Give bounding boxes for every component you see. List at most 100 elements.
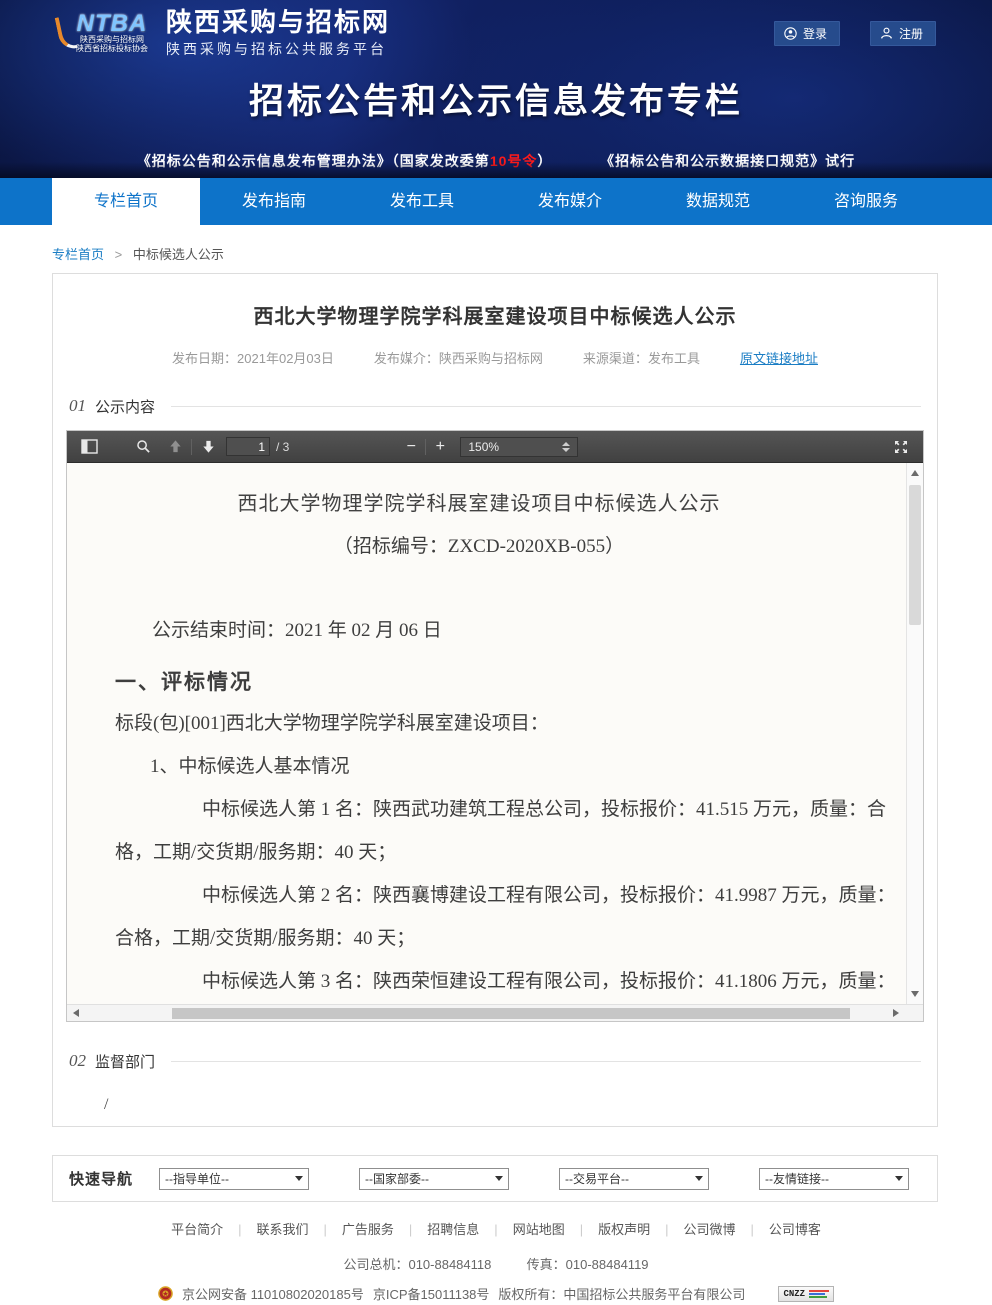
dropdown-guiding-units[interactable]: --指导单位-- <box>159 1168 309 1190</box>
vertical-scrollbar[interactable] <box>906 463 923 1004</box>
page-total: / 3 <box>276 440 289 454</box>
breadcrumb-home-link[interactable]: 专栏首页 <box>52 247 104 262</box>
fullscreen-expand-icon <box>893 439 909 455</box>
register-person-icon <box>880 27 893 40</box>
scroll-right-arrow-icon[interactable] <box>893 1009 899 1017</box>
section-header-supervisor: 02 监督部门 <box>69 1050 921 1072</box>
supervisor-content: / <box>104 1096 924 1114</box>
register-button[interactable]: 注册 <box>870 21 936 46</box>
footer-link-copyright-notice[interactable]: 版权声明 <box>598 1222 683 1237</box>
breadcrumb-current: 中标候选人公示 <box>133 247 224 262</box>
logo-line2: 陕西省招标投标协会 <box>76 44 148 53</box>
chevron-down-icon <box>695 1176 703 1181</box>
pdf-viewer: / 3 − + 150% <box>66 430 924 1022</box>
copyright-text: 版权所有：中国招标公共服务平台有限公司 <box>498 1284 745 1303</box>
dropdown-value: --友情链接-- <box>765 1170 829 1187</box>
section2-number: 02 <box>69 1051 86 1071</box>
chevron-down-icon <box>895 1176 903 1181</box>
doc-title: 西北大学物理学院学科展室建设项目中标候选人公示 <box>115 487 843 516</box>
page-number-input[interactable] <box>226 437 270 456</box>
sidebar-toggle-button[interactable] <box>77 435 101 459</box>
arrow-up-icon <box>168 439 183 454</box>
footer-link-weibo[interactable]: 公司微博 <box>684 1222 769 1237</box>
icp-beian: 京ICP备15011138号 <box>373 1284 490 1303</box>
zoom-out-button[interactable]: − <box>401 438 421 456</box>
zoom-level-value: 150% <box>468 440 499 454</box>
doc-line: 合格，工期/交货期/服务期：40 天； <box>115 917 843 960</box>
fullscreen-button[interactable] <box>889 435 913 459</box>
doc-line: 中标候选人第 1 名：陕西武功建筑工程总公司，投标报价：41.515 万元，质量… <box>115 788 843 831</box>
footer-link-blog[interactable]: 公司博客 <box>769 1222 821 1237</box>
hero-banner: NTBA 陕西采购与招标网 陕西省招标投标协会 陕西采购与招标网 陕西采购与招标… <box>0 0 992 178</box>
next-page-button[interactable] <box>196 435 220 459</box>
footer-link-contact[interactable]: 联系我们 <box>256 1222 341 1237</box>
previous-page-button[interactable] <box>163 435 187 459</box>
doc-line: 中标候选人第 3 名：陕西荣恒建设工程有限公司，投标报价：41.1806 万元，… <box>115 960 843 1003</box>
section1-title: 公示内容 <box>95 396 155 417</box>
scroll-up-arrow-icon[interactable] <box>911 470 919 476</box>
scroll-down-arrow-icon[interactable] <box>911 991 919 997</box>
publish-media: 发布媒介：陕西采购与招标网 <box>374 348 543 367</box>
tab-publish-tools[interactable]: 发布工具 <box>348 178 496 225</box>
article-title: 西北大学物理学院学科展室建设项目中标候选人公示 <box>66 300 924 329</box>
register-label: 注册 <box>899 25 923 42</box>
breadcrumb-separator: > <box>115 247 123 262</box>
login-button[interactable]: 登录 <box>774 21 840 46</box>
chevron-down-icon <box>295 1176 303 1181</box>
login-person-circle-icon <box>784 27 797 40</box>
search-button[interactable] <box>131 435 155 459</box>
site-brand: 陕西采购与招标网 陕西采购与招标公共服务平台 <box>166 7 390 59</box>
tab-publish-media[interactable]: 发布媒介 <box>496 178 644 225</box>
login-label: 登录 <box>803 25 827 42</box>
publish-date: 发布日期：2021年02月03日 <box>172 348 334 367</box>
banner-title: 招标公告和公示信息发布专栏 <box>0 73 992 124</box>
logo-acronym: NTBA <box>77 13 148 35</box>
tab-consult-service[interactable]: 咨询服务 <box>792 178 940 225</box>
doc-line: 1、中标候选人基本情况 <box>115 745 843 788</box>
zoom-level-select[interactable]: 150% <box>460 437 578 457</box>
footer-link-ads[interactable]: 广告服务 <box>342 1222 427 1237</box>
gongan-beian: 京公网安备 11010802020185号 <box>182 1284 364 1303</box>
doc-heading: 一、评标情况 <box>115 662 843 702</box>
dropdown-trading-platforms[interactable]: --交易平台-- <box>559 1168 709 1190</box>
footer-legal-line: 京公网安备 11010802020185号 京ICP备15011138号 版权所… <box>0 1284 992 1303</box>
phone-number: 010-88484118 <box>408 1257 491 1272</box>
article-card: 西北大学物理学院学科展室建设项目中标候选人公示 发布日期：2021年02月03日… <box>52 273 938 1127</box>
horizontal-scroll-thumb[interactable] <box>172 1008 850 1019</box>
cnzz-stats-badge[interactable]: CNZZ <box>778 1286 834 1302</box>
notice-standard: 《招标公告和公示数据接口规范》试行 <box>600 153 855 169</box>
doc-tender-number: （招标编号：ZXCD-2020XB-055） <box>115 531 843 558</box>
zoom-in-button[interactable]: + <box>430 438 450 456</box>
dropdown-value: --国家部委-- <box>365 1170 429 1187</box>
footer-link-jobs[interactable]: 招聘信息 <box>427 1222 512 1237</box>
pdf-document: 西北大学物理学院学科展室建设项目中标候选人公示 （招标编号：ZXCD-2020X… <box>67 463 923 1004</box>
tab-column-home[interactable]: 专栏首页 <box>52 178 200 225</box>
section2-divider <box>171 1061 921 1062</box>
section1-number: 01 <box>69 396 86 416</box>
arrow-down-icon <box>201 439 216 454</box>
tab-data-standard[interactable]: 数据规范 <box>644 178 792 225</box>
tab-publish-guide[interactable]: 发布指南 <box>200 178 348 225</box>
horizontal-scrollbar[interactable] <box>67 1004 923 1021</box>
doc-end-time: 公示结束时间：2021 年 02 月 06 日 <box>115 610 843 652</box>
footer-link-about[interactable]: 平台简介 <box>171 1222 256 1237</box>
police-badge-icon <box>158 1286 173 1301</box>
breadcrumb: 专栏首页 > 中标候选人公示 <box>52 244 992 260</box>
original-link[interactable]: 原文链接地址 <box>740 348 818 367</box>
scroll-left-arrow-icon[interactable] <box>73 1009 79 1017</box>
sidebar-toggle-icon <box>81 439 98 454</box>
footer-link-sitemap[interactable]: 网站地图 <box>513 1222 598 1237</box>
logo-swoosh-icon <box>55 15 78 52</box>
source-channel: 来源渠道：发布工具 <box>583 348 700 367</box>
dropdown-friendly-links[interactable]: --友情链接-- <box>759 1168 909 1190</box>
notice-regulation: 《招标公告和公示信息发布管理办法》（国家发改委第10号令） <box>137 153 553 169</box>
banner-notices: 《招标公告和公示信息发布管理办法》（国家发改委第10号令） 《招标公告和公示数据… <box>0 151 992 171</box>
site-title: 陕西采购与招标网 <box>166 7 390 37</box>
dropdown-state-ministries[interactable]: --国家部委-- <box>359 1168 509 1190</box>
spinner-arrows-icon <box>562 442 570 452</box>
site-logo[interactable]: NTBA 陕西采购与招标网 陕西省招标投标协会 <box>58 13 148 53</box>
section1-divider <box>171 406 921 407</box>
vertical-scroll-thumb[interactable] <box>909 485 921 625</box>
footer-links: 平台简介联系我们广告服务招聘信息网站地图版权声明公司微博公司博客 <box>0 1219 992 1238</box>
doc-line: 格，工期/交货期/服务期：40 天； <box>115 831 843 874</box>
